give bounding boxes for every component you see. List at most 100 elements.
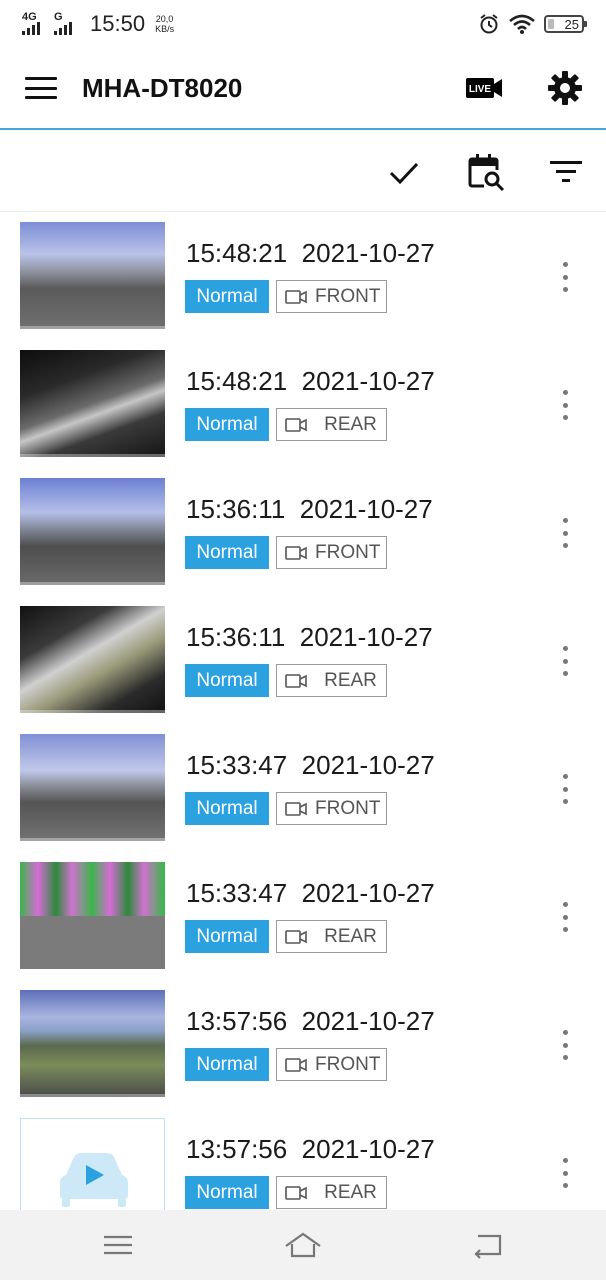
status-badge: Normal	[185, 280, 269, 313]
recording-date: 2021-10-27	[301, 366, 435, 396]
list-item[interactable]: 15:33:47 2021-10-27 Normal REAR	[0, 854, 606, 982]
recording-time: 15:48:21	[186, 366, 288, 396]
more-options-icon[interactable]	[553, 646, 577, 676]
gear-icon[interactable]	[547, 70, 583, 106]
filter-icon[interactable]	[546, 152, 586, 192]
camera-label: FRONT	[315, 797, 381, 819]
camera-label: REAR	[324, 413, 377, 435]
camera-label: FRONT	[315, 1053, 381, 1075]
camera-badge: REAR	[276, 664, 387, 697]
recording-time: 15:33:47	[186, 750, 288, 780]
recording-date: 2021-10-27	[301, 750, 435, 780]
more-options-icon[interactable]	[553, 1030, 577, 1060]
camera-badge: FRONT	[276, 1048, 387, 1081]
home-icon[interactable]	[283, 1228, 323, 1262]
toolbar	[0, 130, 606, 212]
battery-level: 25	[564, 16, 579, 32]
status-badge: Normal	[185, 920, 269, 953]
video-camera-icon	[285, 1057, 307, 1072]
list-item[interactable]: 13:57:56 2021-10-27 Normal REAR	[0, 1110, 606, 1210]
recording-date: 2021-10-27	[299, 494, 433, 524]
recording-time: 15:36:11	[186, 494, 286, 524]
status-badge: Normal	[185, 536, 269, 569]
video-camera-icon	[285, 801, 307, 816]
video-camera-icon	[285, 417, 307, 432]
video-camera-icon	[285, 929, 307, 944]
video-thumbnail[interactable]	[20, 990, 165, 1097]
camera-badge: FRONT	[276, 280, 387, 313]
page-title: MHA-DT8020	[82, 72, 243, 103]
system-nav-bar	[0, 1210, 606, 1280]
recent-apps-icon[interactable]	[98, 1228, 138, 1262]
more-options-icon[interactable]	[553, 1158, 577, 1188]
list-item[interactable]: 15:48:21 2021-10-27 Normal REAR	[0, 342, 606, 470]
recording-time: 15:36:11	[186, 622, 286, 652]
alarm-icon	[480, 14, 498, 34]
calendar-search-icon[interactable]	[466, 152, 506, 192]
wifi-icon	[509, 14, 535, 34]
video-thumbnail[interactable]	[20, 1118, 165, 1210]
network-rate: 20,0 KB/s	[155, 14, 174, 34]
status-badge: Normal	[185, 792, 269, 825]
recording-date: 2021-10-27	[301, 1134, 435, 1164]
video-camera-icon	[285, 1185, 307, 1200]
back-icon[interactable]	[468, 1228, 508, 1262]
camera-label: REAR	[324, 1181, 377, 1203]
recording-datetime: 15:33:47 2021-10-27	[186, 750, 435, 781]
signal-g-icon: G	[54, 11, 80, 35]
more-options-icon[interactable]	[553, 390, 577, 420]
battery-icon: 25	[544, 15, 587, 33]
video-thumbnail[interactable]	[20, 222, 165, 329]
status-badge: Normal	[185, 1176, 269, 1209]
car-play-placeholder-icon	[60, 1153, 128, 1207]
signal-4g-icon: 4G	[22, 11, 48, 35]
recording-datetime: 13:57:56 2021-10-27	[186, 1134, 435, 1165]
more-options-icon[interactable]	[553, 518, 577, 548]
recording-date: 2021-10-27	[299, 622, 433, 652]
recording-list: 15:48:21 2021-10-27 Normal FRONT 15:48:2…	[0, 214, 606, 1210]
list-item[interactable]: 13:57:56 2021-10-27 Normal FRONT	[0, 982, 606, 1110]
list-item[interactable]: 15:36:11 2021-10-27 Normal REAR	[0, 598, 606, 726]
status-badge: Normal	[185, 664, 269, 697]
camera-label: REAR	[324, 669, 377, 691]
status-badge: Normal	[185, 1048, 269, 1081]
recording-time: 13:57:56	[186, 1006, 288, 1036]
video-thumbnail[interactable]	[20, 606, 165, 713]
app-bar: MHA-DT8020 LIVE	[0, 48, 606, 130]
camera-badge: REAR	[276, 920, 387, 953]
list-item[interactable]: 15:36:11 2021-10-27 Normal FRONT	[0, 470, 606, 598]
rate-unit: KB/s	[155, 24, 175, 34]
menu-icon[interactable]	[25, 77, 57, 99]
video-camera-icon	[285, 545, 307, 560]
camera-badge: FRONT	[276, 536, 387, 569]
list-item[interactable]: 15:48:21 2021-10-27 Normal FRONT	[0, 214, 606, 342]
select-check-icon[interactable]	[384, 152, 424, 192]
camera-badge: FRONT	[276, 792, 387, 825]
status-badge: Normal	[185, 408, 269, 441]
video-camera-icon	[285, 289, 307, 304]
live-label: LIVE	[469, 84, 492, 95]
recording-datetime: 15:36:11 2021-10-27	[186, 622, 433, 653]
video-thumbnail[interactable]	[20, 350, 165, 457]
camera-label: FRONT	[315, 285, 381, 307]
recording-time: 15:48:21	[186, 238, 288, 268]
video-camera-icon	[285, 673, 307, 688]
recording-time: 13:57:56	[186, 1134, 288, 1164]
more-options-icon[interactable]	[553, 902, 577, 932]
recording-datetime: 15:48:21 2021-10-27	[186, 238, 435, 269]
more-options-icon[interactable]	[553, 774, 577, 804]
video-thumbnail[interactable]	[20, 478, 165, 585]
recording-datetime: 15:36:11 2021-10-27	[186, 494, 433, 525]
video-thumbnail[interactable]	[20, 862, 165, 969]
more-options-icon[interactable]	[553, 262, 577, 292]
recording-date: 2021-10-27	[301, 1006, 435, 1036]
list-item[interactable]: 15:33:47 2021-10-27 Normal FRONT	[0, 726, 606, 854]
camera-label: REAR	[324, 925, 377, 947]
camera-badge: REAR	[276, 408, 387, 441]
live-camera-icon[interactable]: LIVE	[466, 76, 502, 100]
video-thumbnail[interactable]	[20, 734, 165, 841]
status-bar: 4G G 15:50 20,0 KB/s 25	[0, 0, 606, 48]
recording-datetime: 15:33:47 2021-10-27	[186, 878, 435, 909]
recording-date: 2021-10-27	[301, 878, 435, 908]
recording-datetime: 13:57:56 2021-10-27	[186, 1006, 435, 1037]
